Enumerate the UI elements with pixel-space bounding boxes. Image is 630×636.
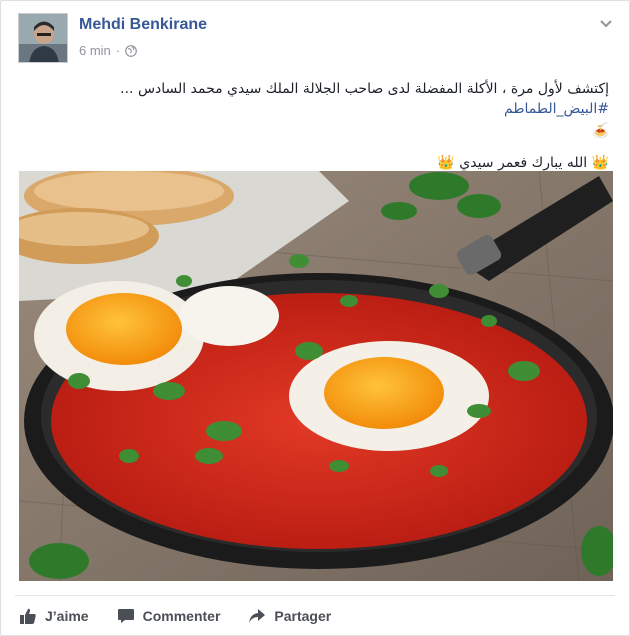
share-button[interactable]: Partager <box>248 607 331 625</box>
like-label: J’aime <box>45 607 89 624</box>
share-label: Partager <box>274 607 332 624</box>
meta-separator: · <box>115 43 121 58</box>
avatar[interactable] <box>18 13 68 63</box>
post-header: Mehdi Benkirane 6 min · <box>18 13 617 65</box>
post-actions: J’aime Commenter Partager <box>15 595 615 635</box>
comment-icon <box>117 608 134 623</box>
emoji-line: 🍝 <box>591 123 609 139</box>
share-icon <box>249 608 266 623</box>
comment-button[interactable]: Commenter <box>117 607 221 625</box>
author-name[interactable]: Mehdi Benkirane <box>79 16 207 34</box>
thumbs-up-icon <box>20 608 36 624</box>
comment-label: Commenter <box>142 607 221 624</box>
post-text-line1: إكتشف لأول مرة ، الأكلة المفضلة لدى صاحب… <box>21 79 609 119</box>
hashtag-link[interactable]: #البيض_الطماطم <box>504 101 609 117</box>
post-photo[interactable] <box>19 171 613 581</box>
post-body-text: إكتشف لأول مرة ، الأكلة المفضلة لدى صاحب… <box>120 81 609 97</box>
post-text: إكتشف لأول مرة ، الأكلة المفضلة لدى صاحب… <box>21 79 609 173</box>
post-text-line3: 👑 الله يبارك فعمر سيدي 👑 <box>437 155 609 171</box>
chevron-down-icon[interactable] <box>599 19 613 29</box>
post-meta: 6 min · <box>79 43 138 58</box>
globe-icon[interactable] <box>125 44 138 57</box>
post-card: Mehdi Benkirane 6 min · إكتشف لأول مرة ،… <box>0 0 630 636</box>
post-timestamp[interactable]: 6 min <box>79 43 111 58</box>
like-button[interactable]: J’aime <box>19 607 89 625</box>
